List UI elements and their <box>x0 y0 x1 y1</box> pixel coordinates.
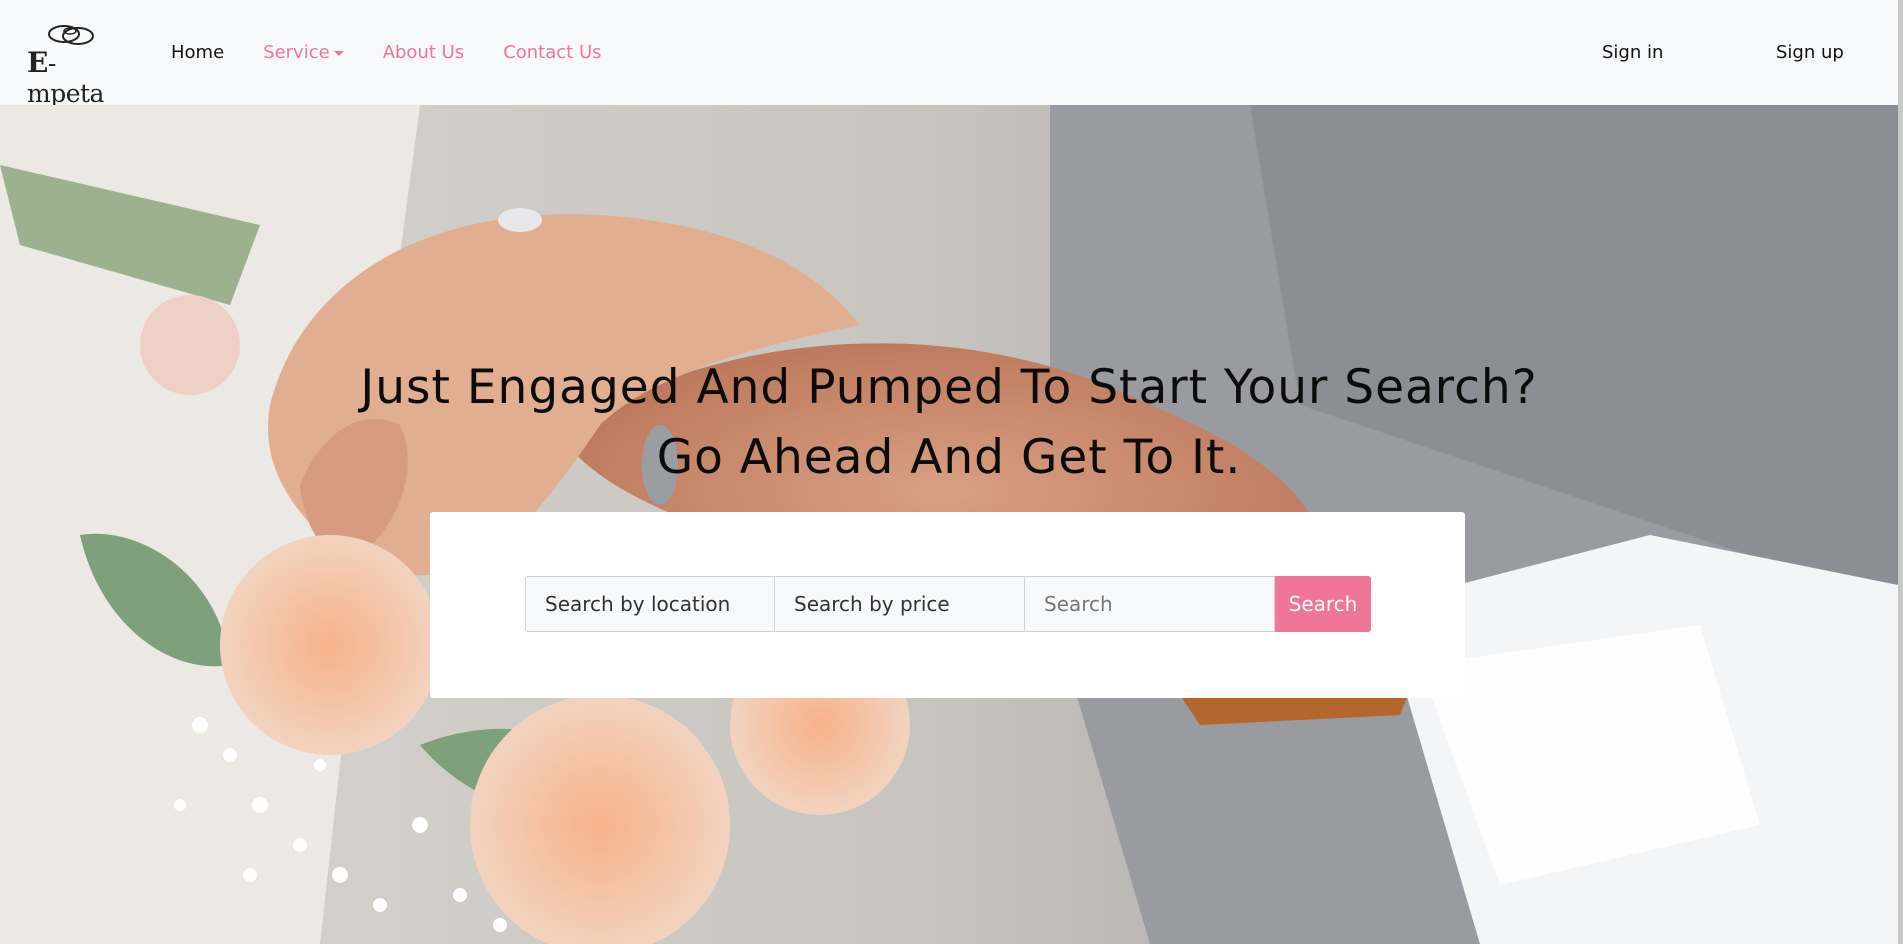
scrollbar-thumb[interactable] <box>1898 0 1903 944</box>
brand-initial: E <box>27 46 48 79</box>
search-field <box>1025 576 1275 632</box>
hero-headline-line1: Just Engaged And Pumped To Start Your Se… <box>360 360 1538 415</box>
nav-about-link[interactable]: About Us <box>383 42 465 63</box>
signup-link[interactable]: Sign up <box>1776 0 1844 105</box>
search-input[interactable] <box>1044 577 1274 631</box>
nav-home-link[interactable]: Home <box>171 42 224 63</box>
hero-section: Just Engaged And Pumped To Start Your Se… <box>0 105 1898 944</box>
price-select[interactable]: Search by price <box>775 576 1025 632</box>
search-card: Search by location Search by price Searc… <box>430 512 1465 698</box>
brand-name: E-mpeta <box>27 46 122 108</box>
nav-service-dropdown[interactable]: Service <box>263 42 344 63</box>
page-scrollbar[interactable] <box>1898 0 1903 944</box>
brand-logo[interactable]: E-mpeta <box>26 22 122 108</box>
nav-links: Home Service About Us Contact Us <box>171 0 602 105</box>
caret-down-icon <box>333 51 344 56</box>
navbar: E-mpeta Home Service About Us Contact Us… <box>0 0 1898 108</box>
signin-link[interactable]: Sign in <box>1602 0 1663 105</box>
search-form: Search by location Search by price Searc… <box>525 576 1371 632</box>
hero-headline-line2: Go Ahead And Get To It. <box>656 430 1242 485</box>
nav-service-label: Service <box>263 42 330 63</box>
location-select[interactable]: Search by location <box>525 576 775 632</box>
nav-contact-link[interactable]: Contact Us <box>503 42 601 63</box>
search-button[interactable]: Search <box>1275 576 1371 632</box>
